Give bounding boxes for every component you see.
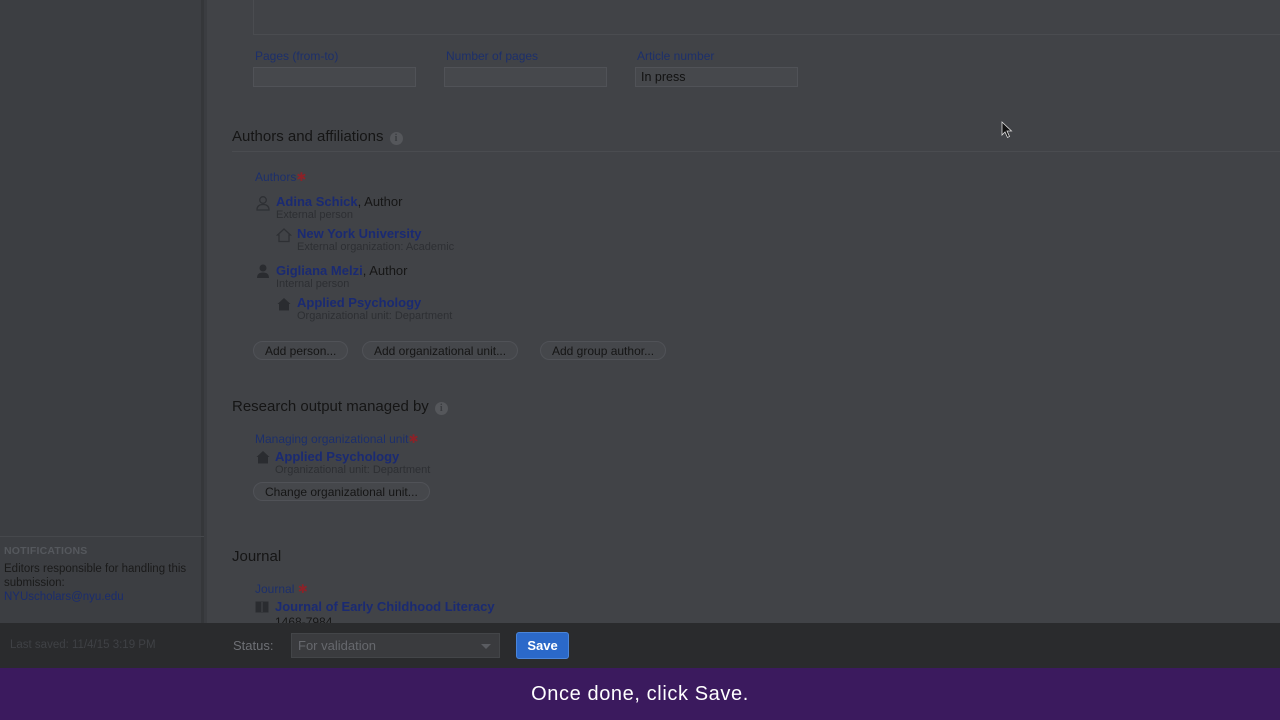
external-person-icon xyxy=(256,196,270,211)
left-sidebar: NOTIFICATIONS Editors responsible for ha… xyxy=(0,0,204,623)
authors-label-text: Authors xyxy=(255,170,297,184)
department-icon xyxy=(277,298,291,311)
affiliation-type: Organizational unit: Department xyxy=(297,310,453,322)
mouse-cursor-icon xyxy=(1001,121,1013,139)
affiliation-type: External organization: Academic xyxy=(297,241,455,253)
required-asterisk: ✱ xyxy=(296,170,307,184)
author-name-text[interactable]: Gigliana Melzi xyxy=(276,263,363,278)
organization-icon xyxy=(276,228,292,243)
chevron-down-icon xyxy=(481,644,491,649)
journal-label-text: Journal xyxy=(255,582,295,596)
number-of-pages-label: Number of pages xyxy=(446,49,539,63)
managing-unit-link[interactable]: Applied Psychology xyxy=(275,449,399,464)
main-form: Pages (from-to) Number of pages Article … xyxy=(207,0,1280,623)
required-asterisk: ✱ xyxy=(297,582,308,596)
authors-section-title-text: Authors and affiliations xyxy=(232,128,384,145)
notifications-panel: NOTIFICATIONS Editors responsible for ha… xyxy=(0,536,204,623)
department-icon xyxy=(256,451,270,464)
article-number-label: Article number xyxy=(637,49,715,63)
author-name-link[interactable]: Adina Schick, Author xyxy=(276,194,402,209)
info-icon[interactable]: i xyxy=(389,132,403,145)
pages-input[interactable] xyxy=(253,67,416,87)
article-number-input[interactable]: In press xyxy=(635,67,798,87)
managing-unit-label-text: Managing organizational unit xyxy=(255,432,409,446)
change-organizational-unit-button[interactable]: Change organizational unit... xyxy=(253,482,430,501)
add-organizational-unit-button[interactable]: Add organizational unit... xyxy=(362,341,519,360)
status-dropdown[interactable]: For validation xyxy=(291,633,500,658)
status-label: Status: xyxy=(233,638,274,653)
journal-issn: 1468-7984 xyxy=(275,615,333,623)
text-area-field[interactable] xyxy=(253,0,1280,35)
journal-label: Journal ✱ xyxy=(255,582,308,596)
number-of-pages-input[interactable] xyxy=(444,67,607,87)
author-name-link[interactable]: Gigliana Melzi, Author xyxy=(276,263,408,278)
author-type: External person xyxy=(276,209,354,221)
notifications-text: Editors responsible for handling this su… xyxy=(4,563,187,589)
author-role: , Author xyxy=(357,194,403,209)
journal-section-title: Journal xyxy=(232,548,282,565)
journal-link[interactable]: Journal of Early Childhood Literacy xyxy=(275,599,495,614)
notifications-email-link[interactable]: NYUscholars@nyu.edu xyxy=(4,590,200,604)
author-role: , Author xyxy=(362,263,408,278)
managing-unit-type: Organizational unit: Department xyxy=(275,464,431,476)
status-bar: Last saved: 11/4/15 3:19 PM Status: For … xyxy=(0,623,1280,668)
section-divider xyxy=(232,151,1280,152)
managed-section-title-text: Research output managed by xyxy=(232,398,429,415)
author-name-text[interactable]: Adina Schick xyxy=(276,194,358,209)
authors-section-title: Authors and affiliations i xyxy=(232,128,403,145)
affiliation-link[interactable]: New York University xyxy=(297,226,422,241)
add-group-author-button[interactable]: Add group author... xyxy=(540,341,667,360)
pages-label: Pages (from-to) xyxy=(255,49,339,63)
tutorial-caption: Once done, click Save. xyxy=(0,668,1280,720)
managed-section-title: Research output managed by i xyxy=(232,398,448,415)
last-saved-text: Last saved: 11/4/15 3:19 PM xyxy=(10,639,156,651)
journal-book-icon xyxy=(255,601,269,613)
status-dropdown-value: For validation xyxy=(298,638,377,653)
notifications-title: NOTIFICATIONS xyxy=(4,545,88,557)
authors-label: Authors✱ xyxy=(255,170,306,184)
managing-unit-label: Managing organizational unit✱ xyxy=(255,432,419,446)
save-button[interactable]: Save xyxy=(516,632,569,659)
affiliation-link[interactable]: Applied Psychology xyxy=(297,295,421,310)
add-person-button[interactable]: Add person... xyxy=(253,341,349,360)
required-asterisk: ✱ xyxy=(408,432,419,446)
internal-person-icon xyxy=(257,264,269,278)
info-icon[interactable]: i xyxy=(434,402,448,415)
author-type: Internal person xyxy=(276,278,350,290)
